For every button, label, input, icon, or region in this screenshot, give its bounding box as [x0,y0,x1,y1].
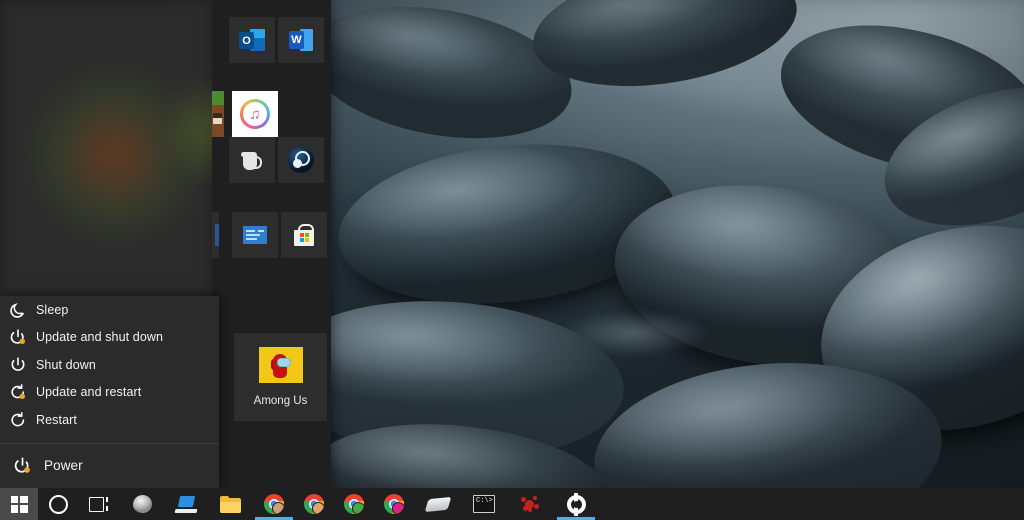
pebble-icon [425,496,452,511]
restart-icon [0,411,36,429]
restart-update-icon [0,383,36,401]
start-button[interactable] [0,488,38,520]
chrome-button-3[interactable] [334,488,374,520]
remote-desktop-button[interactable] [166,488,206,520]
chrome-button-4[interactable] [374,488,414,520]
menu-item-label: Shut down [36,358,96,372]
microsoft-store-tile[interactable] [281,212,327,258]
minecraft-tile[interactable] [212,91,224,137]
chrome-icon [344,494,364,514]
jug-tile[interactable] [229,137,275,183]
folder-icon [220,496,241,513]
partial-tile[interactable] [212,212,219,258]
menu-item-power[interactable]: Power [0,444,219,488]
command-prompt-button[interactable]: C:\> [464,488,504,520]
cortana-circle-icon [49,495,68,514]
chrome-icon [304,494,324,514]
power-update-icon [0,328,36,346]
among-us-crewmate-icon [259,347,303,383]
outlook-tile[interactable]: O [229,17,275,63]
console-prompt-text: C:\> [476,498,493,505]
windows-logo-icon [11,496,28,513]
menu-item-label: Power [44,458,83,473]
among-us-tile-label: Among Us [254,395,308,407]
among-us-tile[interactable]: Among Us [234,333,327,421]
menu-item-label: Restart [36,413,77,427]
menu-item-update-and-shut-down[interactable]: Update and shut down [0,324,219,352]
chrome-icon [264,494,284,514]
file-explorer-button[interactable] [210,488,250,520]
minecraft-character [213,113,222,124]
console-icon: C:\> [473,495,495,513]
steam-tile[interactable] [278,137,324,183]
chrome-icon [384,494,404,514]
blob-app-button[interactable] [122,488,162,520]
menu-item-label: Update and shut down [36,330,163,344]
power-update-icon [0,456,44,475]
outlook-icon: O [239,29,265,51]
store-bag-icon [293,224,315,246]
settings-button[interactable] [556,488,596,520]
itunes-icon: ♫ [240,99,270,129]
power-flyout-menu[interactable]: Sleep Update and shut down Shut down [0,296,219,488]
sticky-notes-tile[interactable] [232,212,278,258]
laptop-icon [175,496,197,513]
chrome-button-1[interactable] [254,488,294,520]
word-icon: W [289,29,313,51]
menu-item-sleep[interactable]: Sleep [0,296,219,324]
taskbar[interactable]: C:\> [0,488,1024,520]
blob-icon [133,495,152,513]
jug-icon [240,149,264,171]
sticky-notes-icon [243,226,267,244]
power-icon [0,356,36,374]
menu-item-label: Update and restart [36,385,141,399]
splat-app-button[interactable] [510,488,550,520]
menu-item-update-and-restart[interactable]: Update and restart [0,379,219,407]
itunes-tile[interactable]: ♫ [232,91,278,137]
menu-item-restart[interactable]: Restart [0,406,219,434]
minecraft-icon [212,91,224,105]
menu-item-shut-down[interactable]: Shut down [0,351,219,379]
steam-icon [288,147,314,173]
chrome-button-2[interactable] [294,488,334,520]
gear-icon [567,495,586,514]
word-tile[interactable]: W [278,17,324,63]
menu-item-label: Sleep [36,303,68,317]
cortana-button[interactable] [38,488,78,520]
task-view-button[interactable] [78,488,118,520]
moon-icon [0,301,36,319]
red-splat-icon [520,495,540,513]
task-view-icon [89,496,108,512]
pebble-app-button[interactable] [418,488,458,520]
